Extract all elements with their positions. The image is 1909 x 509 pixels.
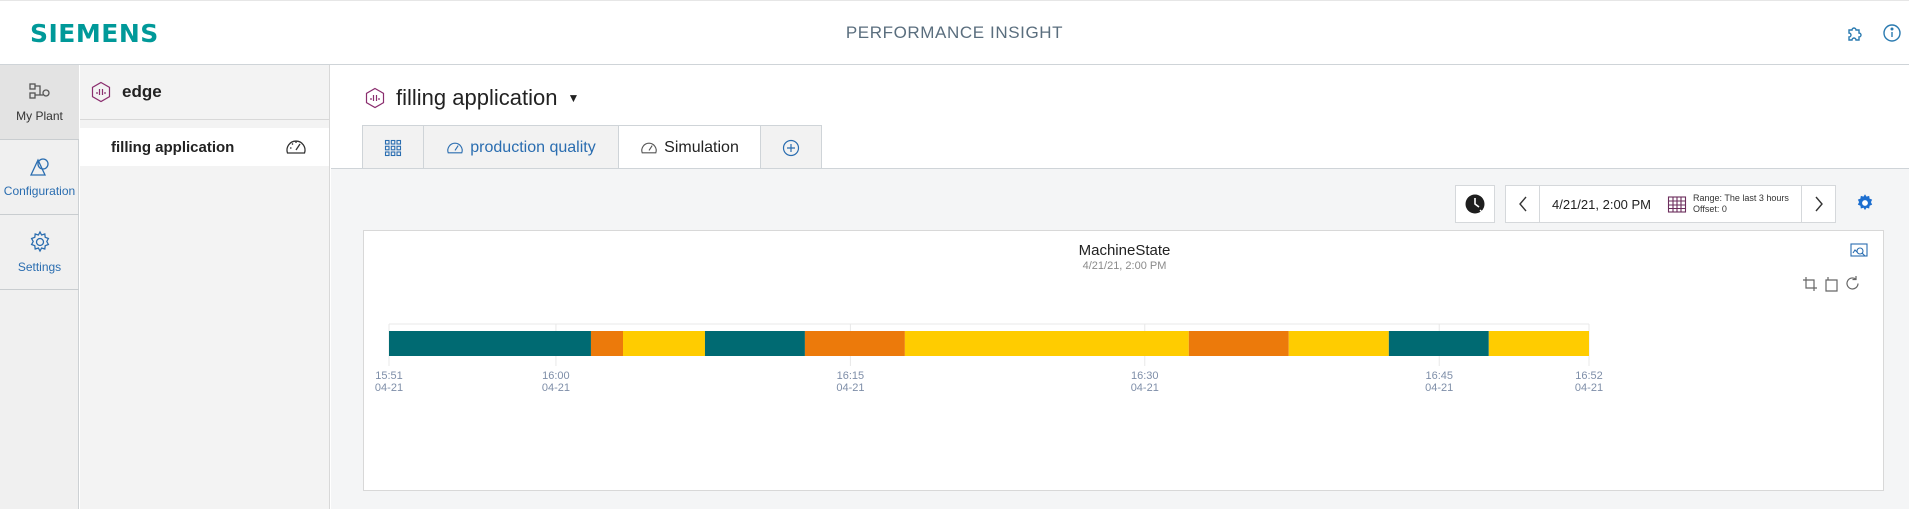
configuration-icon [29,158,49,176]
top-bar: SIEMENS PERFORMANCE INSIGHT [0,0,1909,65]
puzzle-icon[interactable] [1844,22,1866,44]
state-segment-teal[interactable] [704,331,805,356]
next-range-button[interactable] [1801,186,1835,222]
add-icon [782,139,800,156]
chevron-right-icon [1814,196,1823,212]
live-mode-button[interactable] [1455,185,1495,223]
tab-label: production quality [470,138,596,156]
chart-title: MachineState [1078,242,1171,259]
refresh-icon[interactable] [1844,275,1861,297]
state-segment-orange[interactable] [1188,331,1289,356]
settings-icon [30,230,49,253]
caret-down-icon: ▼ [567,91,580,105]
tab-simulation[interactable]: Simulation [618,125,761,170]
page-title: filling application [396,85,558,110]
rail-item-settings[interactable]: Settings [0,215,79,290]
x-tick-label: 16:45 [1425,370,1453,382]
x-tick-label: 16:15 [837,370,865,382]
crop-icon[interactable] [1802,276,1818,297]
gauge-icon [641,142,657,154]
tree-root-label: edge [122,82,162,101]
app-title: PERFORMANCE INSIGHT [845,23,1064,42]
chart-subtitle: 4/21/21, 2:00 PM [1082,260,1167,272]
machine-state-timeline: 15:5104-2116:0004-2116:1504-2116:3004-21… [375,323,1603,394]
previous-range-button[interactable] [1506,186,1540,222]
rail-item-my-plant[interactable]: My Plant [0,65,79,140]
x-tick-label: 16:52 [1575,370,1603,382]
gauge-icon [447,142,464,153]
state-segment-teal[interactable] [1388,331,1489,356]
clock-icon [1465,194,1485,214]
state-segment-orange[interactable] [804,331,905,356]
dashboard-settings-button[interactable] [1855,193,1875,218]
nav-rail: My Plant Configuration Settings [0,65,79,509]
machine-state-widget: MachineState 4/21/21, 2:00 PM 15:51 04-21… [363,230,1884,491]
range-info: Range: The last 3 hours Offset: 0 [1693,193,1789,215]
zoom-reset-icon[interactable] [1823,276,1839,297]
add-tab-button[interactable] [760,125,822,169]
chart-search-icon[interactable] [1850,243,1868,264]
rail-label: My Plant [16,109,63,123]
tab-overview[interactable] [362,125,424,169]
state-segment-teal[interactable] [389,331,591,356]
time-range-picker: 4/21/21, 2:00 PM Range: The last 3 hours… [1505,185,1836,223]
tab-production-quality[interactable]: production quality [423,125,619,169]
x-tick-label: 16:30 [1131,370,1159,382]
calendar-icon[interactable] [1667,194,1687,214]
rail-label: Settings [17,260,62,274]
x-tick-date: 04-21 [1575,382,1603,394]
plant-icon [28,83,50,99]
state-segment-yellow[interactable] [1488,331,1589,356]
tree-root[interactable]: edge [80,65,329,120]
x-tick-label: 16:00 [542,370,570,382]
x-tick-label: 15:51 [375,370,403,382]
gauge-icon [286,140,306,154]
x-tick-date: 04-21 [375,382,403,394]
state-segment-yellow[interactable] [904,331,1189,356]
chevron-left-icon [1518,196,1527,212]
range-label: Range: The last 3 hours [1693,193,1789,203]
tree-item-label: filling application [111,138,235,156]
grid-icon [384,139,402,156]
x-tick-date: 04-21 [542,382,570,394]
tab-bar: production quality Simulation [362,125,822,170]
rail-item-configuration[interactable]: Configuration [0,140,79,215]
range-date[interactable]: 4/21/21, 2:00 PM [1552,197,1651,212]
tab-label: Simulation [664,139,739,156]
asset-icon [91,81,111,103]
dashboard-selector[interactable]: filling application ▼ [364,85,579,111]
state-segment-orange[interactable] [590,331,623,356]
gear-icon [1857,194,1873,211]
asset-icon [365,87,385,109]
state-segment-yellow[interactable] [1288,331,1389,356]
asset-tree: edge filling application [80,65,330,509]
x-tick-date: 04-21 [1425,382,1453,394]
x-tick-date: 04-21 [836,382,864,394]
x-tick-date: 04-21 [1131,382,1159,394]
tree-item-filling-application[interactable]: filling application [80,128,329,166]
state-segment-yellow[interactable] [623,331,705,356]
rail-label: Configuration [3,184,76,198]
offset-label: Offset: 0 [1693,204,1727,214]
info-icon[interactable] [1881,22,1903,44]
